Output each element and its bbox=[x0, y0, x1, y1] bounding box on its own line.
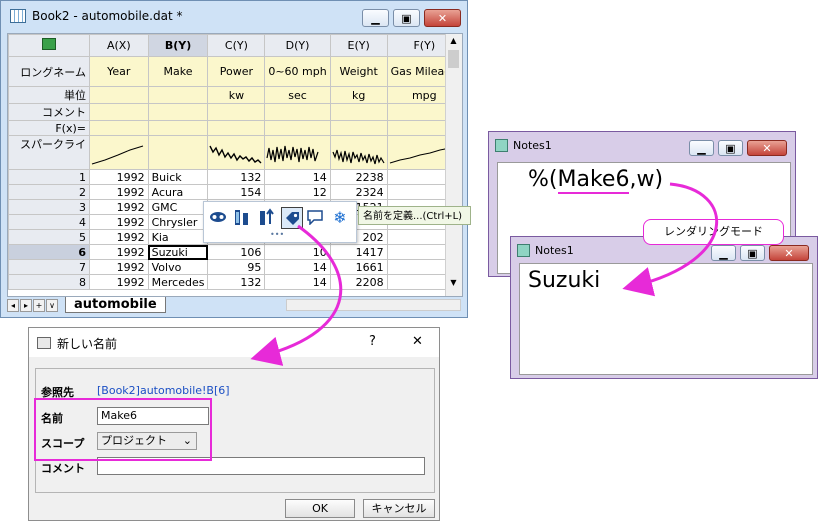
arrow-toolbar-to-dialog bbox=[250, 224, 343, 366]
arrow-notes-to-rendered bbox=[622, 182, 719, 297]
annotation-arrows bbox=[250, 182, 719, 366]
